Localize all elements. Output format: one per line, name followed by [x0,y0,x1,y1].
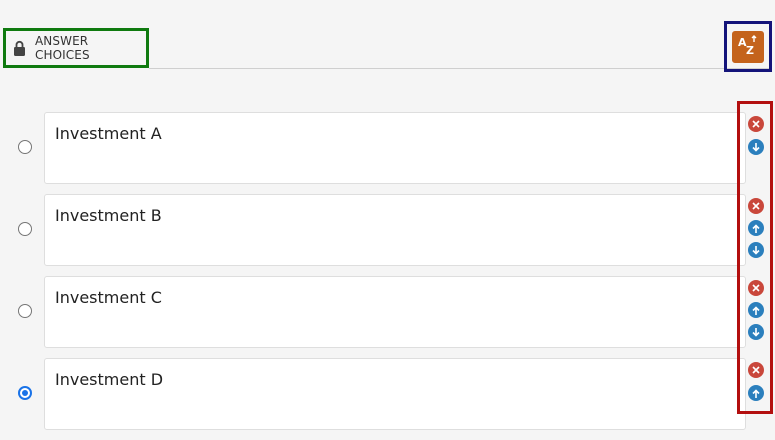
choice-text-field-d[interactable]: Investment D [44,358,746,430]
choice-text-field-a[interactable]: Investment A [44,112,746,184]
close-icon [752,366,760,374]
choice-controls-panel [737,101,773,414]
arrow-down-icon [752,245,760,255]
sort-az-button[interactable]: A Z [732,30,764,63]
delete-choice-d-button[interactable] [748,362,764,378]
delete-choice-c-button[interactable] [748,280,764,296]
close-icon [752,120,760,128]
answer-choices-header: ANSWER CHOICES [3,28,149,68]
header-divider [149,68,770,69]
move-down-choice-a-button[interactable] [748,139,764,155]
choice-row-d: Investment D [0,358,746,430]
move-down-choice-c-button[interactable] [748,324,764,340]
choice-text-field-b[interactable]: Investment B [44,194,746,266]
sort-az-icon: A Z [737,34,759,60]
sort-control: A Z [724,21,772,72]
arrow-up-icon [752,388,760,398]
delete-choice-a-button[interactable] [748,116,764,132]
choice-radio-c[interactable] [18,304,32,318]
choice-radio-a[interactable] [18,140,32,154]
choice-text-field-c[interactable]: Investment C [44,276,746,348]
choice-row-a: Investment A [0,112,746,184]
arrow-up-icon [752,305,760,315]
arrow-down-icon [752,327,760,337]
choice-label: Investment B [55,206,162,225]
arrow-up-icon [752,223,760,233]
choice-radio-d[interactable] [18,386,32,400]
move-up-choice-d-button[interactable] [748,385,764,401]
choice-row-c: Investment C [0,276,746,348]
move-down-choice-b-button[interactable] [748,242,764,258]
lock-icon [13,40,26,57]
section-title: ANSWER CHOICES [35,34,90,62]
choice-radio-b[interactable] [18,222,32,236]
choice-label: Investment D [55,370,164,389]
arrow-down-icon [752,142,760,152]
move-up-choice-b-button[interactable] [748,220,764,236]
delete-choice-b-button[interactable] [748,198,764,214]
choice-label: Investment A [55,124,162,143]
close-icon [752,202,760,210]
move-up-choice-c-button[interactable] [748,302,764,318]
close-icon [752,284,760,292]
choice-label: Investment C [55,288,162,307]
svg-text:Z: Z [746,44,754,56]
choice-row-b: Investment B [0,194,746,266]
